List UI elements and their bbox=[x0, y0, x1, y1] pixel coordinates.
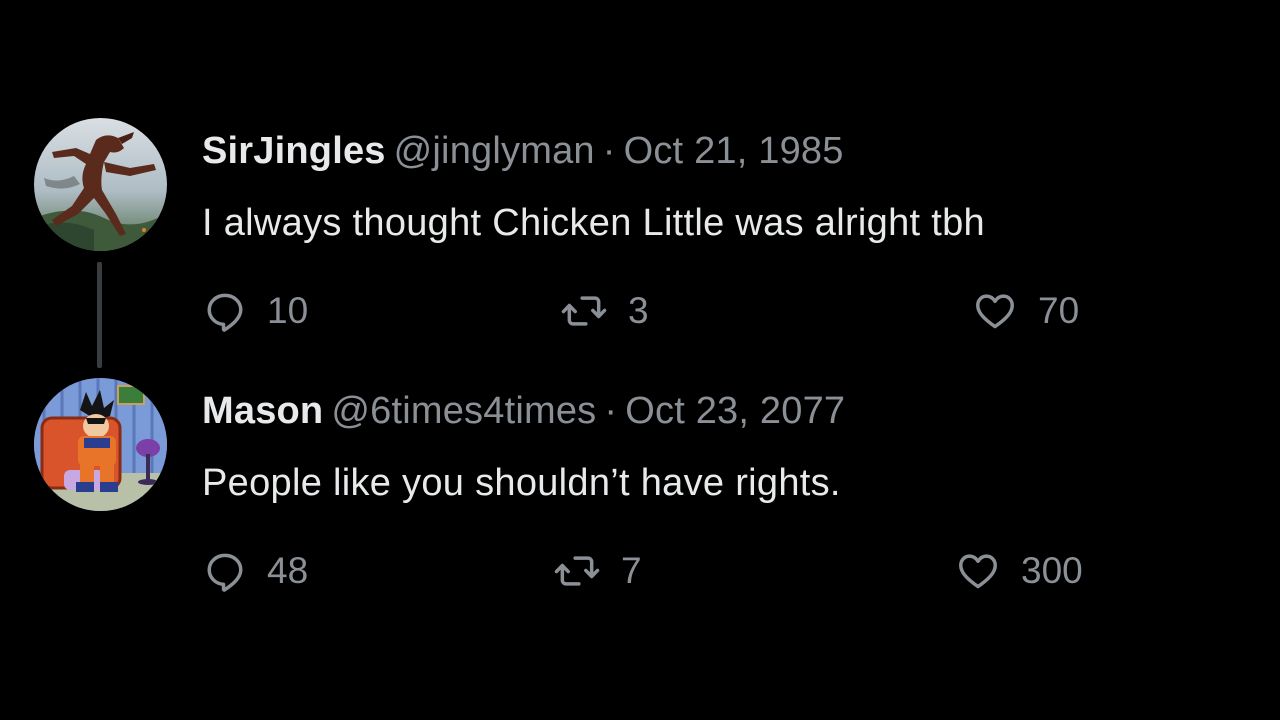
reply-button[interactable]: 10 bbox=[203, 288, 308, 334]
heart-icon bbox=[959, 554, 997, 589]
tweet-text: I always thought Chicken Little was alri… bbox=[202, 202, 985, 244]
reply-count: 10 bbox=[267, 290, 309, 331]
separator-dot: · bbox=[604, 390, 618, 432]
reply-icon bbox=[207, 553, 243, 592]
tweet-date[interactable]: Oct 21, 1985 bbox=[624, 130, 844, 172]
like-button[interactable]: 300 bbox=[955, 548, 1083, 594]
like-count: 300 bbox=[1021, 550, 1083, 591]
tweet-header: SirJingles @jinglyman · Oct 21, 1985 bbox=[202, 128, 844, 174]
like-count: 70 bbox=[1038, 290, 1080, 331]
tweet-thread: SirJingles @jinglyman · Oct 21, 1985 I alwa… bbox=[0, 0, 1280, 720]
retweet-button[interactable]: 7 bbox=[553, 548, 642, 594]
avatar[interactable] bbox=[34, 378, 167, 511]
retweet-icon bbox=[554, 556, 600, 586]
tweet-date[interactable]: Oct 23, 2077 bbox=[625, 390, 845, 432]
creature-avatar-icon bbox=[34, 118, 167, 251]
tweet-text: People like you shouldn’t have rights. bbox=[202, 462, 841, 504]
reply-button[interactable]: 48 bbox=[203, 548, 308, 594]
user-handle[interactable]: @jinglyman bbox=[394, 130, 595, 172]
reply-count: 48 bbox=[267, 550, 309, 591]
retweet-count: 3 bbox=[628, 290, 649, 331]
retweet-button[interactable]: 3 bbox=[560, 288, 649, 334]
display-name[interactable]: SirJingles bbox=[202, 130, 386, 172]
user-handle[interactable]: @6times4times bbox=[331, 390, 596, 432]
thread-connector-line bbox=[97, 262, 102, 368]
like-button[interactable]: 70 bbox=[972, 288, 1079, 334]
heart-icon bbox=[976, 294, 1014, 329]
retweet-icon bbox=[561, 296, 607, 326]
retweet-count: 7 bbox=[621, 550, 642, 591]
reply-icon bbox=[207, 293, 243, 332]
cartoon-character-avatar-icon bbox=[34, 378, 167, 511]
avatar[interactable] bbox=[34, 118, 167, 251]
tweet-header: Mason @6times4times · Oct 23, 2077 bbox=[202, 388, 845, 434]
separator-dot: · bbox=[602, 130, 616, 172]
display-name[interactable]: Mason bbox=[202, 390, 323, 432]
